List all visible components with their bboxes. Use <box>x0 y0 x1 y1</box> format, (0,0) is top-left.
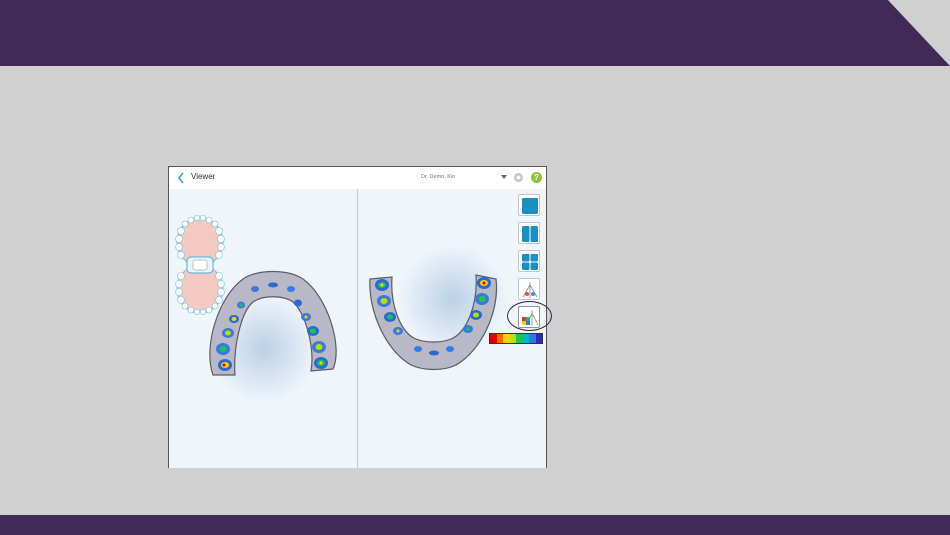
dual-pane-icon <box>522 226 538 242</box>
back-chevron-icon[interactable] <box>176 171 186 185</box>
single-view-button[interactable] <box>518 194 540 216</box>
viewer-header: Viewer Dr. Demo, Kio ? <box>169 167 546 189</box>
quad-pane-icon <box>522 254 538 270</box>
help-icon[interactable]: ? <box>531 172 542 183</box>
gear-icon[interactable] <box>513 172 524 183</box>
quad-view-button[interactable] <box>518 250 540 272</box>
viewer-title: Viewer <box>191 172 216 181</box>
chevron-down-icon[interactable] <box>501 175 507 180</box>
single-pane-icon <box>522 198 538 214</box>
occlusion-tool-icon <box>522 282 538 298</box>
bottom-banner <box>0 515 950 535</box>
occlusion-color-scale <box>489 333 543 344</box>
lower-arch-model[interactable] <box>366 271 502 371</box>
dual-view-button[interactable] <box>518 222 540 244</box>
user-name[interactable]: Dr. Demo, Kio <box>421 174 455 180</box>
top-banner <box>0 0 950 66</box>
occlusion-tool-button[interactable] <box>518 278 540 300</box>
left-view-pane[interactable] <box>169 189 358 468</box>
viewer-screen: Viewer Dr. Demo, Kio ? <box>168 166 552 468</box>
scale-swatch <box>535 334 542 343</box>
upper-arch-model[interactable] <box>203 267 343 382</box>
highlight-ring <box>507 301 552 331</box>
